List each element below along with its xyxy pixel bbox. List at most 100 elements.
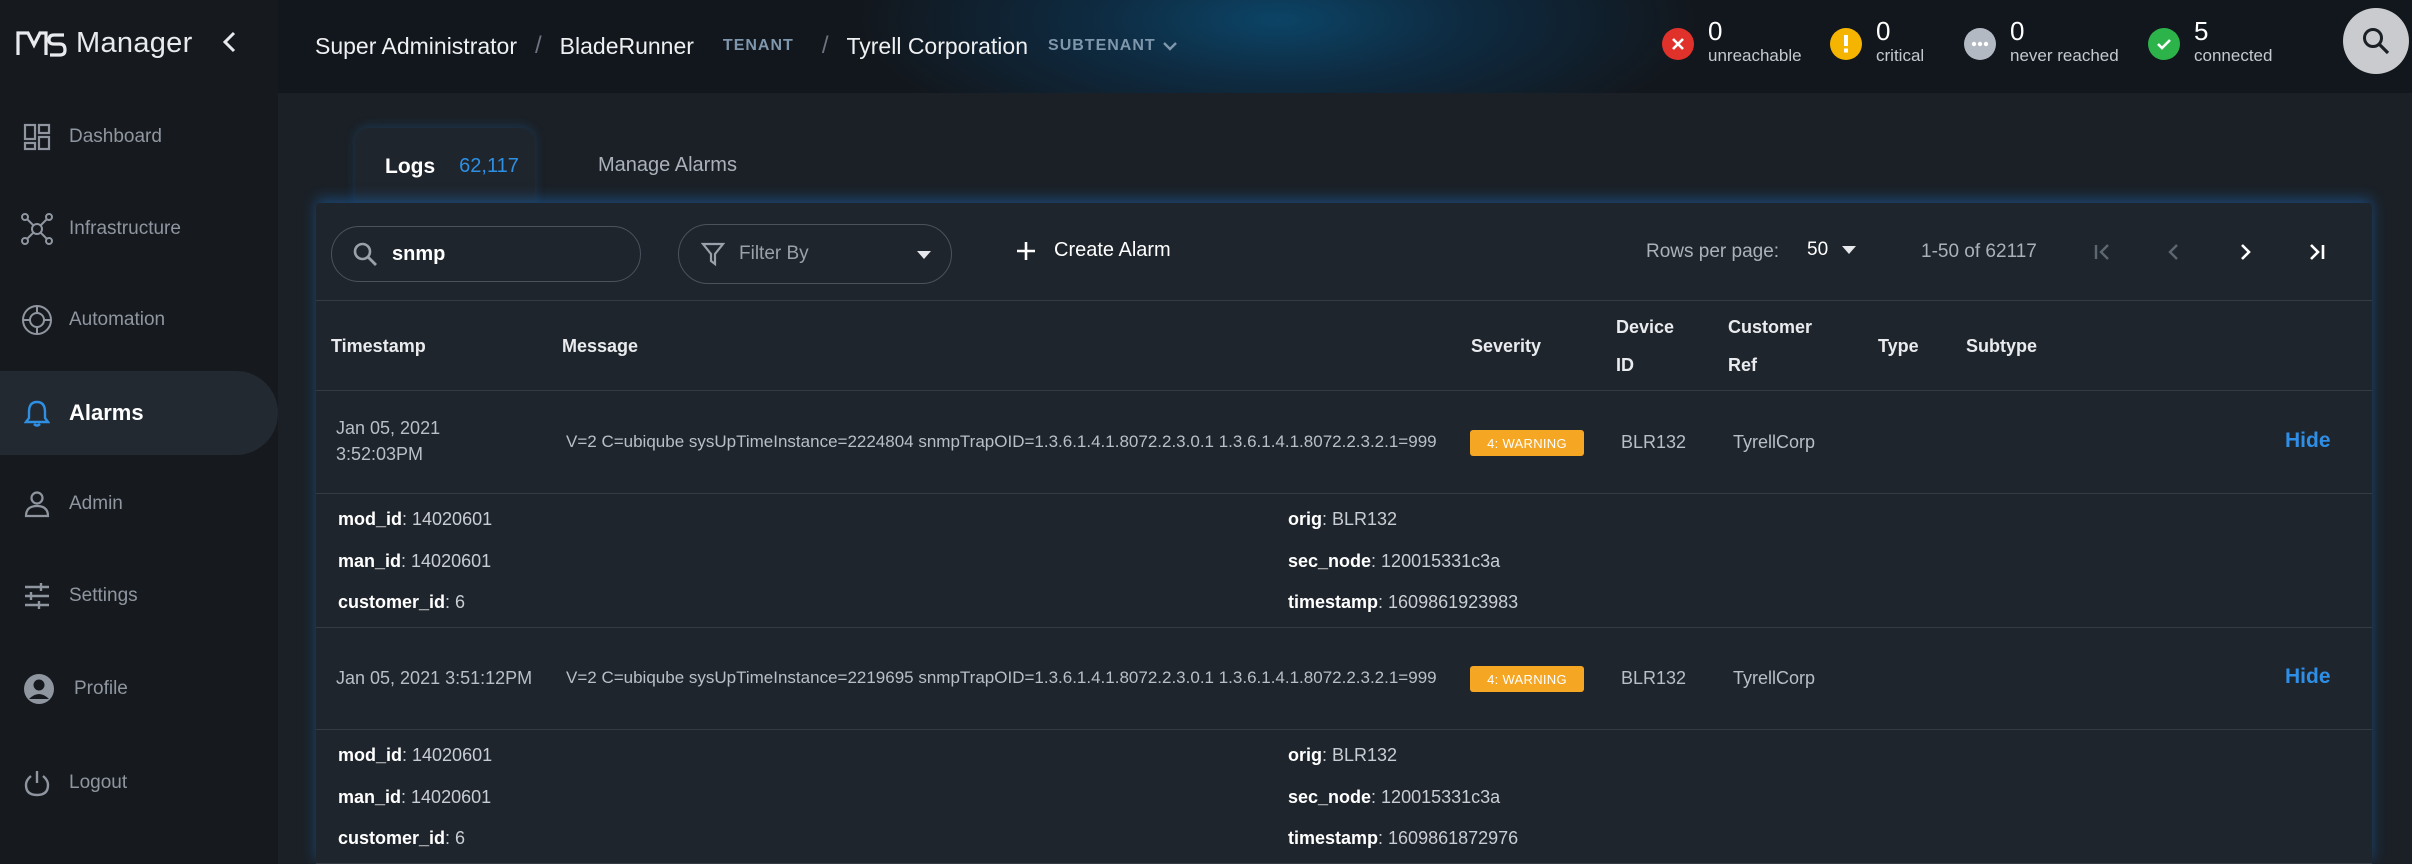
sidebar-item-admin[interactable]: Admin <box>0 462 278 546</box>
column-header-subtype[interactable]: Subtype <box>1966 328 2037 365</box>
row-timestamp: Jan 05, 2021 3:51:12PM <box>336 668 533 688</box>
sidebar-item-dashboard[interactable]: Dashboard <box>0 95 278 179</box>
detail-mod-id: mod_id: 14020601 <box>338 745 492 766</box>
sidebar-item-infrastructure[interactable]: Infrastructure <box>0 187 278 271</box>
rows-per-page-select[interactable]: 50 <box>1807 239 1857 261</box>
status-unreachable[interactable]: 0 unreachable <box>1662 18 1830 68</box>
create-alarm-button[interactable]: Create Alarm <box>1016 239 1171 262</box>
column-header-message[interactable]: Message <box>562 328 638 365</box>
detail-key: man_id <box>338 787 402 807</box>
brand[interactable]: Manager <box>16 20 193 66</box>
tab-logs[interactable]: Logs 62,117 <box>355 128 535 205</box>
last-page-icon <box>2310 244 2325 260</box>
filter-by-dropdown[interactable]: Filter By <box>678 224 952 284</box>
profile-icon <box>22 672 56 706</box>
row-details: mod_id: 14020601 man_id: 14020601 custom… <box>316 731 2372 864</box>
sidebar: Manager Dashboard Infrastructure Automat… <box>0 0 278 864</box>
row-timestamp-date: Jan 05, 2021 <box>336 418 441 438</box>
tab-logs-label: Logs <box>385 154 436 178</box>
logs-toolbar: Filter By Create Alarm Rows per page: 50… <box>316 203 2372 301</box>
breadcrumb-subtenant[interactable]: Tyrell Corporation <box>846 33 1028 60</box>
row-customer-ref: TyrellCorp <box>1733 668 1816 688</box>
top-header: Super Administrator / BladeRunner TENANT… <box>278 0 2412 93</box>
table-row[interactable]: Jan 05, 2021 3:51:12PM V=2 C=ubiqube sys… <box>316 628 2372 730</box>
detail-key: man_id <box>338 551 402 571</box>
status-never-reached[interactable]: 0 never reached <box>1964 18 2148 68</box>
table-row[interactable]: Jan 05, 2021 3:52:03PM V=2 C=ubiqube sys… <box>316 392 2372 494</box>
sidebar-item-alarms[interactable]: Alarms <box>0 371 278 455</box>
column-header-customer-ref-line1[interactable]: Customer <box>1728 309 1812 346</box>
column-header-device-id-line1[interactable]: Device <box>1616 309 1674 346</box>
status-count: 0 <box>2010 16 2025 46</box>
search-field[interactable] <box>331 226 641 282</box>
detail-orig: orig: BLR132 <box>1288 745 1397 766</box>
search-input[interactable] <box>392 242 612 266</box>
detail-key: orig <box>1288 745 1322 765</box>
brand-logo-icon <box>16 31 67 57</box>
chevron-right-icon <box>2241 244 2251 260</box>
column-header-type[interactable]: Type <box>1878 328 1919 365</box>
column-header-timestamp[interactable]: Timestamp <box>331 328 426 365</box>
status-critical[interactable]: 0 critical <box>1830 18 1964 68</box>
chevron-left-icon <box>2168 244 2178 260</box>
detail-key: sec_node <box>1288 787 1372 807</box>
column-header-severity[interactable]: Severity <box>1471 328 1541 365</box>
tab-manage-alarms[interactable]: Manage Alarms <box>598 154 737 184</box>
row-customer-ref: TyrellCorp <box>1733 432 1816 452</box>
collapse-sidebar-button[interactable] <box>212 24 248 60</box>
detail-value: : 1609861923983 <box>1378 592 1519 612</box>
detail-key: timestamp <box>1288 592 1379 612</box>
detail-value: : 1609861872976 <box>1378 828 1519 848</box>
device-status-summary: 0 unreachable 0 critical 0 never reached 5c… <box>1662 18 2288 68</box>
sidebar-item-profile[interactable]: Profile <box>0 647 278 731</box>
hide-details-button[interactable]: Hide <box>2285 429 2331 453</box>
subtenant-dropdown[interactable]: SUBTENANT <box>1048 37 1178 55</box>
status-count: 0 <box>1876 16 1891 46</box>
row-device-id: BLR132 <box>1621 668 1687 688</box>
subtenant-tag: SUBTENANT <box>1048 37 1156 54</box>
automation-icon <box>20 303 54 337</box>
rows-per-page-value: 50 <box>1807 239 1829 260</box>
power-icon <box>20 766 54 800</box>
column-header-customer-ref-line2[interactable]: Ref <box>1728 347 1757 384</box>
first-page-icon <box>2094 244 2109 260</box>
sidebar-item-label: Alarms <box>69 400 144 425</box>
row-message: V=2 C=ubiqube sysUpTimeInstance=2224804 … <box>566 432 1437 451</box>
rows-per-page-label: Rows per page: <box>1646 241 1780 262</box>
last-page-button[interactable] <box>2299 235 2333 269</box>
next-page-button[interactable] <box>2228 235 2262 269</box>
hide-details-button[interactable]: Hide <box>2285 665 2331 689</box>
detail-value: : BLR132 <box>1322 509 1398 529</box>
global-search-button[interactable] <box>2343 8 2409 74</box>
breadcrumb-user[interactable]: Super Administrator <box>315 33 517 60</box>
breadcrumb-tenant[interactable]: BladeRunner <box>560 33 694 60</box>
status-count: 5 <box>2194 16 2209 46</box>
first-page-button[interactable] <box>2086 235 2120 269</box>
detail-customer-id: customer_id: 6 <box>338 828 465 849</box>
detail-customer-id: customer_id: 6 <box>338 592 465 613</box>
sidebar-item-label: Admin <box>69 493 123 514</box>
brand-name: Manager <box>76 26 193 59</box>
sidebar-item-settings[interactable]: Settings <box>0 554 278 638</box>
sidebar-item-automation[interactable]: Automation <box>0 278 278 362</box>
detail-timestamp: timestamp: 1609861872976 <box>1288 828 1518 849</box>
chevron-down-icon <box>1162 42 1177 51</box>
status-label: unreachable <box>1708 46 1802 65</box>
detail-key: sec_node <box>1288 551 1372 571</box>
detail-key: customer_id <box>338 592 446 612</box>
detail-orig: orig: BLR132 <box>1288 509 1397 530</box>
breadcrumb: Super Administrator / BladeRunner TENANT… <box>315 28 1178 64</box>
person-icon <box>20 487 54 521</box>
pagination-range: 1-50 of 62117 <box>1921 241 2037 262</box>
detail-man-id: man_id: 14020601 <box>338 551 491 572</box>
sidebar-item-logout[interactable]: Logout <box>0 741 278 825</box>
detail-man-id: man_id: 14020601 <box>338 787 491 808</box>
severity-badge: 4: WARNING <box>1470 430 1584 456</box>
status-label: never reached <box>2010 46 2119 65</box>
filter-icon <box>701 242 725 267</box>
previous-page-button[interactable] <box>2157 235 2191 269</box>
sidebar-item-label: Automation <box>69 309 166 330</box>
column-header-device-id-line2[interactable]: ID <box>1616 347 1634 384</box>
check-icon <box>2148 28 2180 60</box>
status-connected[interactable]: 5 connected <box>2148 18 2288 68</box>
